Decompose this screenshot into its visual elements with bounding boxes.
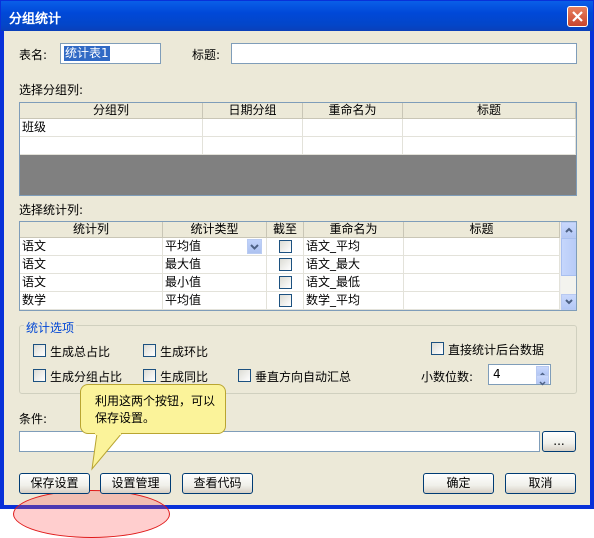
tooltip-callout: 利用这两个按钮，可以保存设置。 bbox=[80, 384, 226, 434]
tooltip-text: 利用这两个按钮，可以保存设置。 bbox=[95, 394, 216, 425]
tooltip-pointer-joint bbox=[95, 430, 121, 435]
